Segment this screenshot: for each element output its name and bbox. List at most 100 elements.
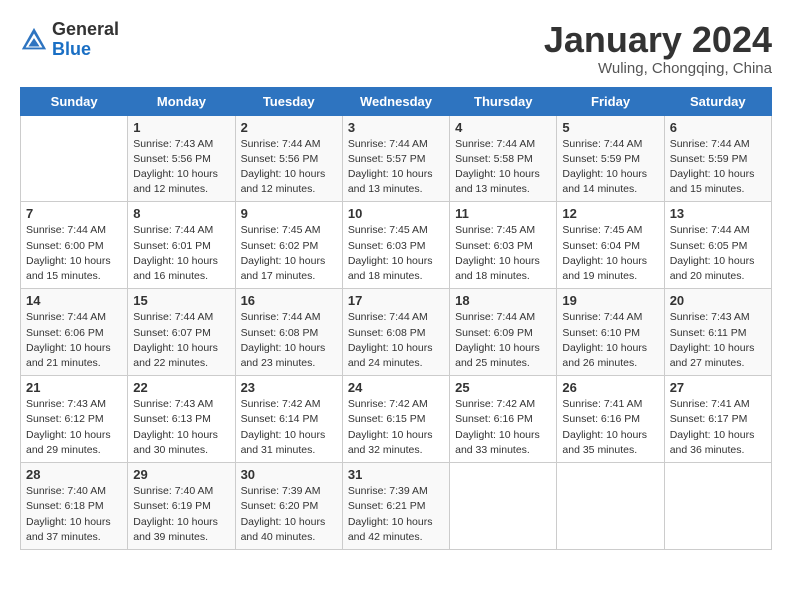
calendar-cell: 10 Sunrise: 7:45 AMSunset: 6:03 PMDayligh… — [342, 202, 449, 289]
weekday-wednesday: Wednesday — [342, 87, 449, 115]
day-info: Sunrise: 7:44 AMSunset: 6:08 PMDaylight:… — [241, 310, 337, 371]
calendar-cell: 29Sunrise: 7:40 AMSunset: 6:19 PMDayligh… — [128, 463, 235, 550]
day-number: 22 — [133, 380, 229, 395]
day-info: Sunrise: 7:42 AMSunset: 6:16 PMDaylight:… — [455, 397, 551, 458]
title-block: January 2024 Wuling, Chongqing, China — [544, 20, 772, 77]
day-info: Sunrise: 7:45 AMSunset: 6:03 PMDaylight:… — [348, 223, 444, 284]
day-number: 27 — [670, 380, 766, 395]
day-number: 19 — [562, 293, 658, 308]
calendar-cell: 5Sunrise: 7:44 AMSunset: 5:59 PMDaylight… — [557, 115, 664, 202]
day-number: 6 — [670, 120, 766, 135]
page-header: General Blue January 2024 Wuling, Chongq… — [20, 20, 772, 77]
calendar-cell: 16 Sunrise: 7:44 AMSunset: 6:08 PMDayligh… — [235, 289, 342, 376]
calendar-cell: 6 Sunrise: 7:44 AMSunset: 5:59 PMDaylight… — [664, 115, 771, 202]
calendar-cell: 30Sunrise: 7:39 AMSunset: 6:20 PMDayligh… — [235, 463, 342, 550]
logo-blue: Blue — [52, 40, 119, 60]
day-info: Sunrise: 7:43 AMSunset: 6:11 PMDaylight:… — [670, 310, 766, 371]
calendar-cell: 31 Sunrise: 7:39 AMSunset: 6:21 PMDayligh… — [342, 463, 449, 550]
day-info: Sunrise: 7:44 AMSunset: 5:56 PMDaylight:… — [241, 137, 337, 198]
day-info: Sunrise: 7:44 AMSunset: 6:01 PMDaylight:… — [133, 223, 229, 284]
day-info: Sunrise: 7:43 AMSunset: 5:56 PMDaylight:… — [133, 137, 229, 198]
calendar-cell: 14 Sunrise: 7:44 AMSunset: 6:06 PMDayligh… — [21, 289, 128, 376]
calendar-table: SundayMondayTuesdayWednesdayThursdayFrid… — [20, 87, 772, 550]
calendar-cell — [21, 115, 128, 202]
day-number: 14 — [26, 293, 122, 308]
day-info: Sunrise: 7:42 AMSunset: 6:15 PMDaylight:… — [348, 397, 444, 458]
weekday-sunday: Sunday — [21, 87, 128, 115]
calendar-cell: 17Sunrise: 7:44 AMSunset: 6:08 PMDayligh… — [342, 289, 449, 376]
day-info: Sunrise: 7:44 AMSunset: 6:10 PMDaylight:… — [562, 310, 658, 371]
day-number: 2 — [241, 120, 337, 135]
day-info: Sunrise: 7:44 AMSunset: 6:05 PMDaylight:… — [670, 223, 766, 284]
day-number: 24 — [348, 380, 444, 395]
day-number: 9 — [241, 206, 337, 221]
day-number: 10 — [348, 206, 444, 221]
calendar-cell: 7Sunrise: 7:44 AMSunset: 6:00 PMDaylight… — [21, 202, 128, 289]
weekday-friday: Friday — [557, 87, 664, 115]
calendar-cell: 27 Sunrise: 7:41 AMSunset: 6:17 PMDayligh… — [664, 376, 771, 463]
calendar-cell: 20 Sunrise: 7:43 AMSunset: 6:11 PMDayligh… — [664, 289, 771, 376]
calendar-cell: 13Sunrise: 7:44 AMSunset: 6:05 PMDayligh… — [664, 202, 771, 289]
day-number: 4 — [455, 120, 551, 135]
day-info: Sunrise: 7:41 AMSunset: 6:17 PMDaylight:… — [670, 397, 766, 458]
calendar-cell: 23 Sunrise: 7:42 AMSunset: 6:14 PMDayligh… — [235, 376, 342, 463]
week-row-3: 14 Sunrise: 7:44 AMSunset: 6:06 PMDayligh… — [21, 289, 772, 376]
calendar-cell: 19 Sunrise: 7:44 AMSunset: 6:10 PMDayligh… — [557, 289, 664, 376]
day-info: Sunrise: 7:44 AMSunset: 6:09 PMDaylight:… — [455, 310, 551, 371]
day-number: 16 — [241, 293, 337, 308]
day-info: Sunrise: 7:44 AMSunset: 5:59 PMDaylight:… — [562, 137, 658, 198]
day-info: Sunrise: 7:43 AMSunset: 6:12 PMDaylight:… — [26, 397, 122, 458]
day-info: Sunrise: 7:44 AMSunset: 5:57 PMDaylight:… — [348, 137, 444, 198]
day-info: Sunrise: 7:44 AMSunset: 5:59 PMDaylight:… — [670, 137, 766, 198]
calendar-cell: 26 Sunrise: 7:41 AMSunset: 6:16 PMDayligh… — [557, 376, 664, 463]
day-info: Sunrise: 7:44 AMSunset: 6:06 PMDaylight:… — [26, 310, 122, 371]
calendar-cell: 21Sunrise: 7:43 AMSunset: 6:12 PMDayligh… — [21, 376, 128, 463]
day-info: Sunrise: 7:41 AMSunset: 6:16 PMDaylight:… — [562, 397, 658, 458]
day-number: 28 — [26, 467, 122, 482]
day-number: 7 — [26, 206, 122, 221]
weekday-thursday: Thursday — [450, 87, 557, 115]
day-info: Sunrise: 7:45 AMSunset: 6:02 PMDaylight:… — [241, 223, 337, 284]
day-info: Sunrise: 7:40 AMSunset: 6:18 PMDaylight:… — [26, 484, 122, 545]
day-number: 8 — [133, 206, 229, 221]
day-info: Sunrise: 7:44 AMSunset: 6:07 PMDaylight:… — [133, 310, 229, 371]
weekday-monday: Monday — [128, 87, 235, 115]
day-number: 30 — [241, 467, 337, 482]
day-number: 31 — [348, 467, 444, 482]
calendar-cell: 22Sunrise: 7:43 AMSunset: 6:13 PMDayligh… — [128, 376, 235, 463]
day-number: 17 — [348, 293, 444, 308]
logo-general: General — [52, 20, 119, 40]
day-info: Sunrise: 7:44 AMSunset: 5:58 PMDaylight:… — [455, 137, 551, 198]
day-info: Sunrise: 7:45 AMSunset: 6:03 PMDaylight:… — [455, 223, 551, 284]
week-row-5: 28 Sunrise: 7:40 AMSunset: 6:18 PMDayligh… — [21, 463, 772, 550]
calendar-cell: 9 Sunrise: 7:45 AMSunset: 6:02 PMDaylight… — [235, 202, 342, 289]
day-info: Sunrise: 7:42 AMSunset: 6:14 PMDaylight:… — [241, 397, 337, 458]
calendar-cell — [557, 463, 664, 550]
day-number: 15 — [133, 293, 229, 308]
logo-icon — [20, 26, 48, 54]
day-number: 1 — [133, 120, 229, 135]
logo: General Blue — [20, 20, 119, 60]
calendar-cell: 18 Sunrise: 7:44 AMSunset: 6:09 PMDayligh… — [450, 289, 557, 376]
calendar-cell: 4 Sunrise: 7:44 AMSunset: 5:58 PMDaylight… — [450, 115, 557, 202]
day-number: 26 — [562, 380, 658, 395]
calendar-cell: 25 Sunrise: 7:42 AMSunset: 6:16 PMDayligh… — [450, 376, 557, 463]
day-info: Sunrise: 7:40 AMSunset: 6:19 PMDaylight:… — [133, 484, 229, 545]
week-row-1: 1 Sunrise: 7:43 AMSunset: 5:56 PMDaylight… — [21, 115, 772, 202]
week-row-4: 21Sunrise: 7:43 AMSunset: 6:12 PMDayligh… — [21, 376, 772, 463]
subtitle: Wuling, Chongqing, China — [544, 60, 772, 77]
calendar-cell: 3Sunrise: 7:44 AMSunset: 5:57 PMDaylight… — [342, 115, 449, 202]
day-number: 12 — [562, 206, 658, 221]
calendar-cell — [664, 463, 771, 550]
day-number: 23 — [241, 380, 337, 395]
calendar-cell: 24 Sunrise: 7:42 AMSunset: 6:15 PMDayligh… — [342, 376, 449, 463]
calendar-cell: 28 Sunrise: 7:40 AMSunset: 6:18 PMDayligh… — [21, 463, 128, 550]
calendar-body: 1 Sunrise: 7:43 AMSunset: 5:56 PMDaylight… — [21, 115, 772, 549]
main-title: January 2024 — [544, 20, 772, 60]
day-number: 20 — [670, 293, 766, 308]
day-number: 11 — [455, 206, 551, 221]
day-number: 25 — [455, 380, 551, 395]
day-number: 18 — [455, 293, 551, 308]
day-info: Sunrise: 7:39 AMSunset: 6:21 PMDaylight:… — [348, 484, 444, 545]
weekday-tuesday: Tuesday — [235, 87, 342, 115]
